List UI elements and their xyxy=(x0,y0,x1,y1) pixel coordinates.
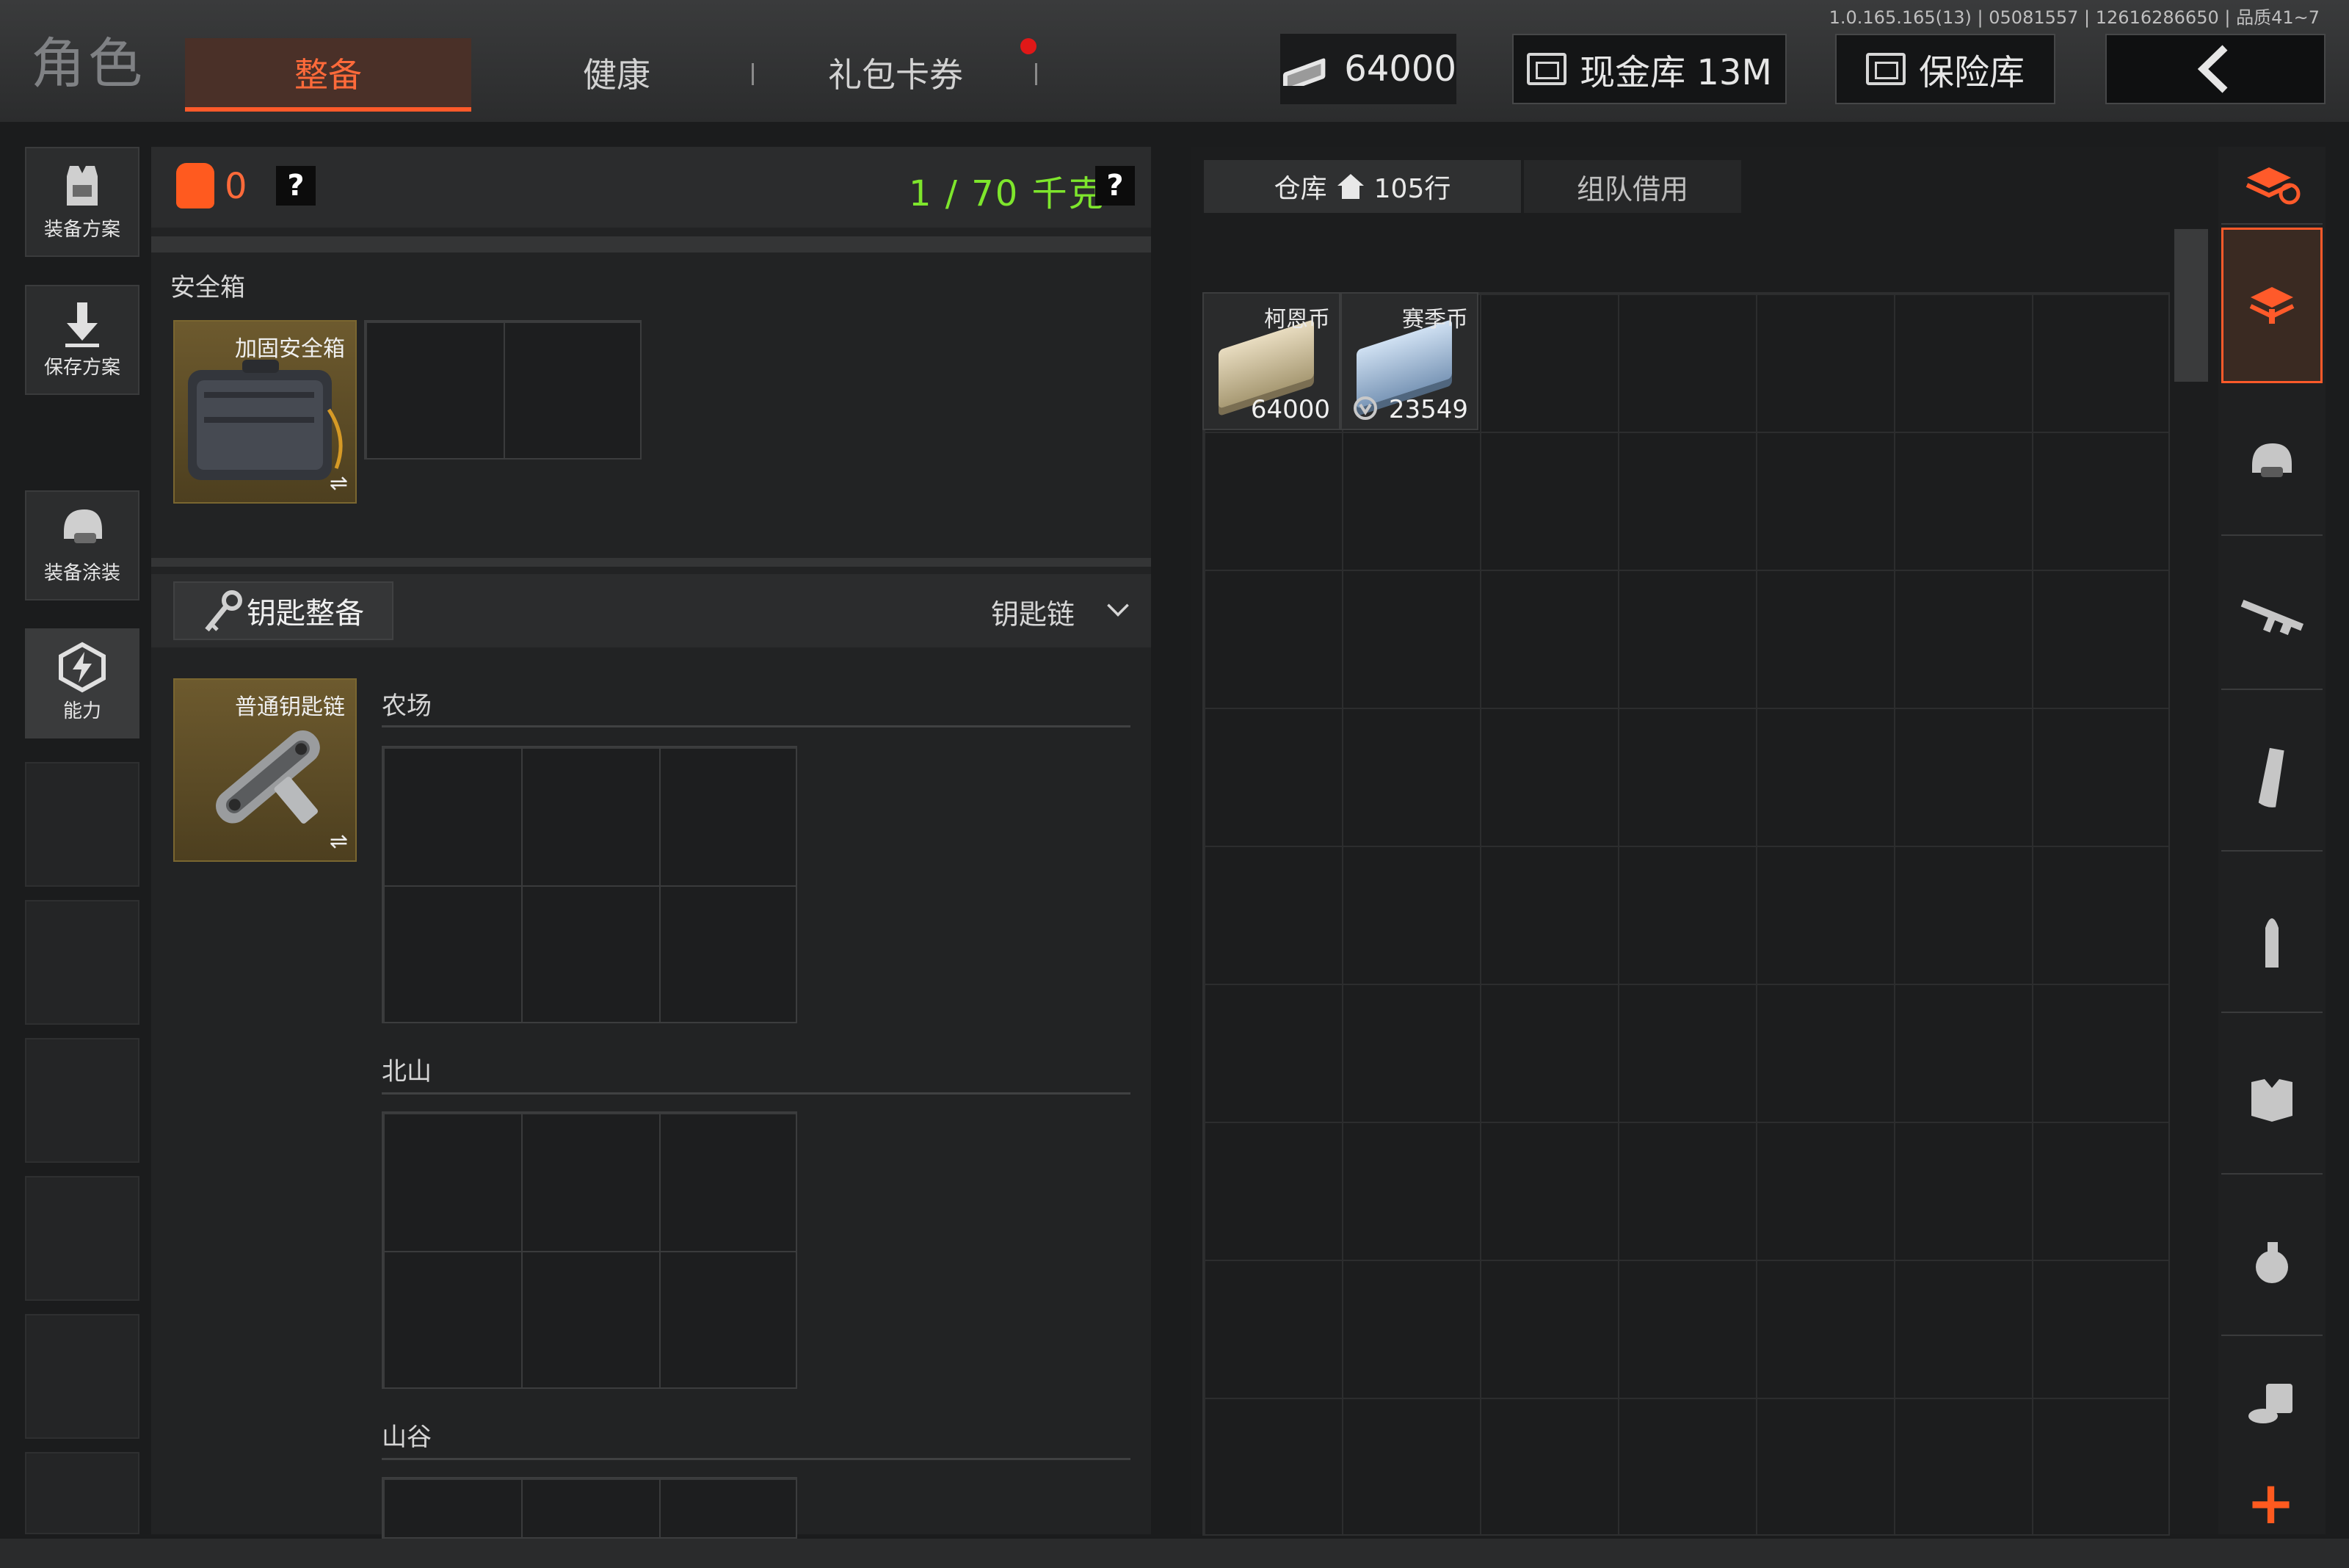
page-title: 角色 xyxy=(31,32,145,95)
warehouse-grid[interactable] xyxy=(1202,292,2170,1536)
sidebar-empty-slot xyxy=(25,1452,139,1534)
home-icon xyxy=(1337,174,1364,199)
warehouse-rows: 105行 xyxy=(1373,174,1451,204)
help-button[interactable]: ? xyxy=(276,166,316,206)
rail-all-items[interactable] xyxy=(2221,228,2323,383)
keychain-item[interactable]: 普通钥匙链 ⇌ xyxy=(173,678,357,862)
backpack-icon xyxy=(176,163,214,208)
tab-divider xyxy=(752,63,754,85)
cash-vault-button[interactable]: 现金库 13M xyxy=(1512,34,1787,104)
rail-helmet[interactable] xyxy=(2221,389,2323,536)
money-amount: 64000 xyxy=(1344,48,1456,90)
sidebar-item-save-plan[interactable]: 保存方案 xyxy=(25,285,139,395)
item-name: 赛季币 xyxy=(1402,307,1468,333)
bullet-icon xyxy=(2265,918,2279,968)
rail-ammo[interactable] xyxy=(2221,866,2323,1013)
rail-magazines[interactable] xyxy=(2221,705,2323,852)
sidebar-empty-slot xyxy=(25,1038,139,1163)
key-grid-valley[interactable] xyxy=(382,1477,797,1539)
region-divider xyxy=(382,1092,1130,1095)
helmet-icon xyxy=(64,509,102,543)
sidebar-item-label: 保存方案 xyxy=(43,357,120,379)
safe-icon xyxy=(1865,53,1906,85)
rail-grenades[interactable] xyxy=(2221,1189,2323,1336)
magazine-icon xyxy=(2258,747,2284,807)
rail-armor[interactable] xyxy=(2221,1028,2323,1175)
notification-dot xyxy=(1020,38,1036,54)
tab-health[interactable]: 健康 xyxy=(507,38,727,112)
item-name: 普通钥匙链 xyxy=(235,694,345,720)
warehouse-item-koen-coin[interactable]: 柯恩币 64000 xyxy=(1202,292,1340,430)
tab-equip[interactable]: 整备 xyxy=(185,38,471,112)
sidebar-empty-slot xyxy=(25,1176,139,1301)
warehouse-label: 仓库 xyxy=(1274,174,1327,204)
tab-team-borrow[interactable]: 组队借用 xyxy=(1524,160,1741,213)
weight-help-button[interactable]: ? xyxy=(1095,166,1135,206)
bottom-bar xyxy=(0,1539,2349,1568)
item-name: 柯恩币 xyxy=(1264,307,1330,333)
item-name: 加固安全箱 xyxy=(235,336,345,362)
divider xyxy=(151,236,1151,253)
safe-box-title: 安全箱 xyxy=(170,273,245,302)
sidebar-item-ability[interactable]: 能力 xyxy=(25,628,139,738)
key-loadout-button[interactable]: 钥匙整备 xyxy=(173,581,393,640)
coins-icon xyxy=(2248,1384,2292,1423)
key-grid-north-mountain[interactable] xyxy=(382,1111,797,1389)
swap-icon: ⇌ xyxy=(329,471,348,496)
safe-vault-label: 保险库 xyxy=(1918,52,2025,93)
tab-gift-coupons[interactable]: 礼包卡券 xyxy=(778,38,1013,112)
backpack-count: 0 xyxy=(225,166,247,207)
add-button[interactable]: + xyxy=(2246,1474,2295,1533)
rifle-icon xyxy=(2240,599,2304,636)
swap-icon: ⇌ xyxy=(329,829,348,854)
key-loadout-label: 钥匙整备 xyxy=(247,597,364,631)
season-coin-icon xyxy=(1354,396,1377,420)
cash-vault-label: 现金库 13M xyxy=(1580,52,1772,93)
sidebar-item-skins[interactable]: 装备涂装 xyxy=(25,490,139,600)
key-grid-farm[interactable] xyxy=(382,746,797,1023)
tab-divider xyxy=(1035,63,1037,85)
keychain-dropdown[interactable]: 钥匙链 xyxy=(991,592,1075,632)
region-label-valley: 山谷 xyxy=(382,1423,432,1452)
sidebar-item-label: 能力 xyxy=(62,700,101,722)
item-quantity: 64000 xyxy=(1250,395,1330,424)
cash-icon xyxy=(1282,58,1326,86)
rail-valuables[interactable] xyxy=(2221,1351,2323,1453)
key-icon xyxy=(205,590,242,632)
sidebar-item-label: 装备方案 xyxy=(43,219,120,241)
region-divider xyxy=(382,725,1130,727)
rail-weapons[interactable] xyxy=(2221,543,2323,690)
helmet-icon xyxy=(2252,443,2292,477)
region-divider xyxy=(382,1458,1130,1460)
sidebar-empty-slot xyxy=(25,900,139,1025)
download-icon xyxy=(65,302,99,347)
stack-download-icon xyxy=(2249,287,2295,324)
safe-box-grid[interactable] xyxy=(364,320,642,460)
vault-icon xyxy=(1527,53,1567,85)
sidebar-empty-slot xyxy=(25,1314,139,1439)
rail-refresh-sort[interactable] xyxy=(2221,147,2323,225)
safe-vault-button[interactable]: 保险库 xyxy=(1835,34,2055,104)
tab-warehouse[interactable]: 仓库 105行 xyxy=(1204,160,1521,213)
grenade-icon xyxy=(2256,1242,2288,1283)
sidebar-item-label: 装备涂装 xyxy=(43,562,120,584)
vest-icon xyxy=(2251,1079,2292,1122)
lightning-icon xyxy=(59,642,106,693)
version-info: 1.0.165.165(13) | 05081557 | 12616286650… xyxy=(1829,7,2320,28)
sidebar-empty-slot xyxy=(25,762,139,887)
region-label-north-mountain: 北山 xyxy=(382,1057,432,1086)
safe-box-item[interactable]: 加固安全箱 ⇌ xyxy=(173,320,357,504)
money-display: 64000 xyxy=(1280,34,1456,104)
vest-icon xyxy=(67,166,98,206)
weight-capacity: 1 / 70 千克 xyxy=(909,173,1105,214)
divider xyxy=(151,558,1151,567)
sidebar-item-loadout-plan[interactable]: 装备方案 xyxy=(25,147,139,257)
region-label-farm: 农场 xyxy=(382,692,432,721)
back-button[interactable] xyxy=(2105,34,2326,104)
stack-refresh-icon xyxy=(2245,167,2301,205)
item-quantity: 23549 xyxy=(1388,395,1468,424)
warehouse-item-season-coin[interactable]: 赛季币 23549 xyxy=(1340,292,1478,430)
chevron-left-icon xyxy=(2197,45,2228,93)
warehouse-scrollbar[interactable] xyxy=(2174,229,2208,382)
